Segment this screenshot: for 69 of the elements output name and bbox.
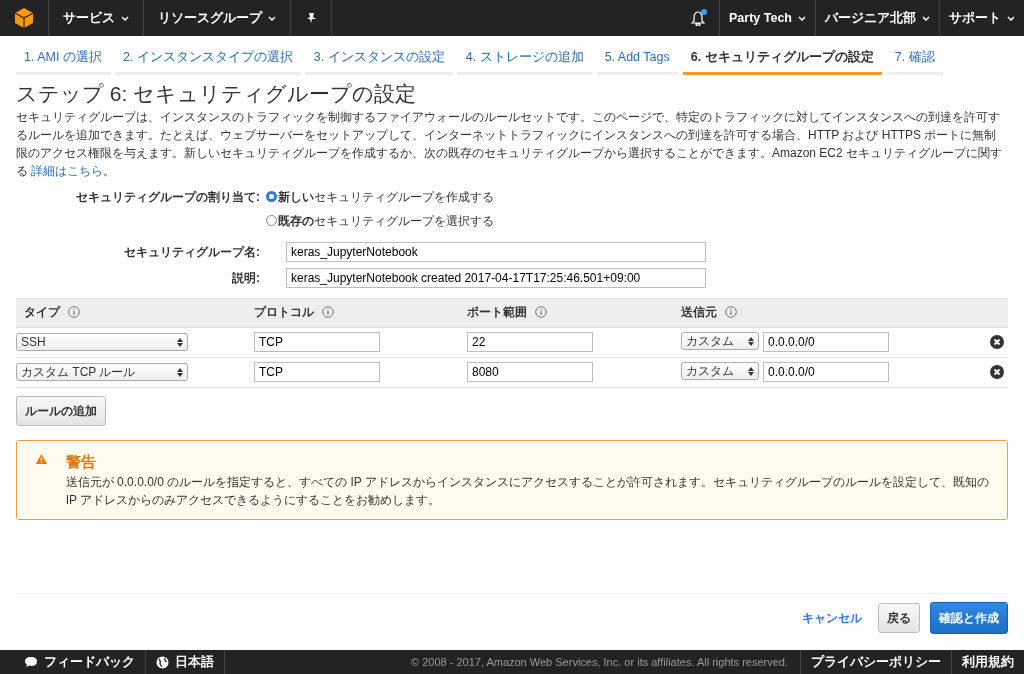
globe-icon (156, 655, 169, 669)
remove-icon (990, 335, 1004, 350)
select-dropdown[interactable]: SSH (16, 333, 188, 352)
column-header: ポート範囲 (467, 304, 527, 322)
radio-label[interactable]: 新しいセキュリティグループを作成する (278, 187, 494, 206)
warning-text: 送信元が 0.0.0.0/0 のルールを指定すると、すべての IP アドレスからインスタンスにアクセスすることが許可されます。セキュリティグループのルールを設定して、既知の IP アドレスからのみアクセスできるようにすることをお勧めします。 (65, 474, 989, 510)
radio-button[interactable] (266, 215, 277, 227)
info-icon (535, 306, 547, 319)
wizard-step-tab[interactable]: 4. ストレージの追加 (457, 42, 592, 75)
add-rule-button[interactable]: ルールの追加 (16, 395, 106, 426)
info-icon (68, 306, 80, 319)
nav-menu[interactable]: サポート (949, 8, 1001, 28)
caret-icon (798, 15, 806, 21)
text-field[interactable]: 0.0.0.0/0 (763, 332, 889, 353)
radio-button[interactable] (266, 191, 277, 203)
speech-bubble-icon (24, 656, 38, 668)
info-icon (725, 306, 737, 319)
cube-logo-icon (14, 7, 34, 29)
select-dropdown[interactable]: カスタム (681, 362, 759, 381)
copyright-text: © 2008 - 2017, Amazon Web Services, Inc. or its affiliates. All rights reserved. (410, 654, 789, 670)
nav-menu[interactable]: リソースグループ (158, 8, 262, 28)
text-field[interactable]: TCP (254, 332, 380, 353)
text-field[interactable]: keras_JupyterNotebook created 2017-04-17T17:25:46.501+09:00 (286, 267, 706, 288)
text-field[interactable]: TCP (254, 362, 380, 383)
text-field[interactable]: keras_JupyterNotebook (286, 241, 706, 262)
updown-arrows-icon (177, 367, 183, 377)
wizard-step-tab[interactable]: 7. 確認 (886, 42, 943, 75)
wizard-step-tab[interactable]: 3. インスタンスの設定 (305, 42, 453, 75)
updown-arrows-icon (748, 336, 754, 346)
field-label: 説明: (231, 269, 261, 287)
select-dropdown[interactable]: カスタム (681, 332, 759, 351)
field-label: セキュリティグループ名: (123, 243, 261, 261)
page-title: ステップ 6: セキュリティグループの設定 (16, 80, 418, 106)
column-header: プロトコル (254, 304, 314, 322)
footer-link[interactable]: プライバシーポリシー (811, 652, 941, 672)
nav-menu[interactable]: バージニア北部 (825, 8, 916, 28)
review-and-launch-button[interactable]: 確認と作成 (930, 602, 1008, 634)
remove-icon (990, 365, 1004, 380)
wizard-step-tab[interactable]: 5. Add Tags (596, 42, 678, 75)
pin-icon (305, 12, 317, 24)
text-field[interactable]: 8080 (467, 362, 593, 383)
wizard-step-tab[interactable]: 6. セキュリティグループの設定 (682, 42, 882, 75)
cancel-link[interactable]: キャンセル (796, 608, 868, 628)
feedback-link[interactable]: フィードバック (44, 652, 135, 672)
caret-icon (1007, 15, 1015, 21)
wizard-step-tab[interactable]: 1. AMI の選択 (16, 42, 110, 75)
caret-icon (922, 15, 930, 21)
nav-menu[interactable]: サービス (63, 8, 115, 28)
select-dropdown[interactable]: カスタム TCP ルール (16, 363, 188, 382)
language-selector[interactable]: 日本語 (175, 652, 214, 672)
column-header: 送信元 (681, 304, 717, 322)
nav-menu[interactable]: Party Tech (729, 8, 792, 28)
warning-title: 警告 (65, 451, 97, 472)
assign-label: セキュリティグループの割り当て: (75, 188, 261, 206)
caret-icon (121, 15, 129, 21)
column-header: タイプ (24, 304, 60, 322)
footer-link[interactable]: 利用規約 (962, 652, 1014, 672)
learn-more-link[interactable]: 詳細はこちら (31, 163, 104, 178)
text-field[interactable]: 0.0.0.0/0 (763, 362, 889, 383)
text-field[interactable]: 22 (467, 332, 593, 353)
caret-icon (268, 15, 276, 21)
bell-icon (691, 10, 705, 26)
updown-arrows-icon (748, 366, 754, 376)
wizard-step-tab[interactable]: 2. インスタンスタイプの選択 (114, 42, 301, 75)
back-button[interactable]: 戻る (878, 603, 920, 633)
radio-label[interactable]: 既存のセキュリティグループを選択する (278, 211, 494, 230)
description-text: セキュリティグループは、インスタンスのトラフィックを制御するファイアウォールのルールセットです。このページで、特定のトラフィックに対してインスタンスへの到達を許可するルールを追加できます。たとえば、ウェブサーバーをセットアップして、インターネットトラフィックにインスタンスへの到達を許可する場合、HTTP および HTTPS ポートに無制限のアクセス権限を与えます。新しいセキュリティグループを作成するか、次の既存のセキュリティグループから選択することができます。Amazon EC2 セキュリティグループに関する 詳細はこちら。 (16, 108, 1004, 180)
info-icon (322, 306, 334, 319)
updown-arrows-icon (177, 337, 183, 347)
